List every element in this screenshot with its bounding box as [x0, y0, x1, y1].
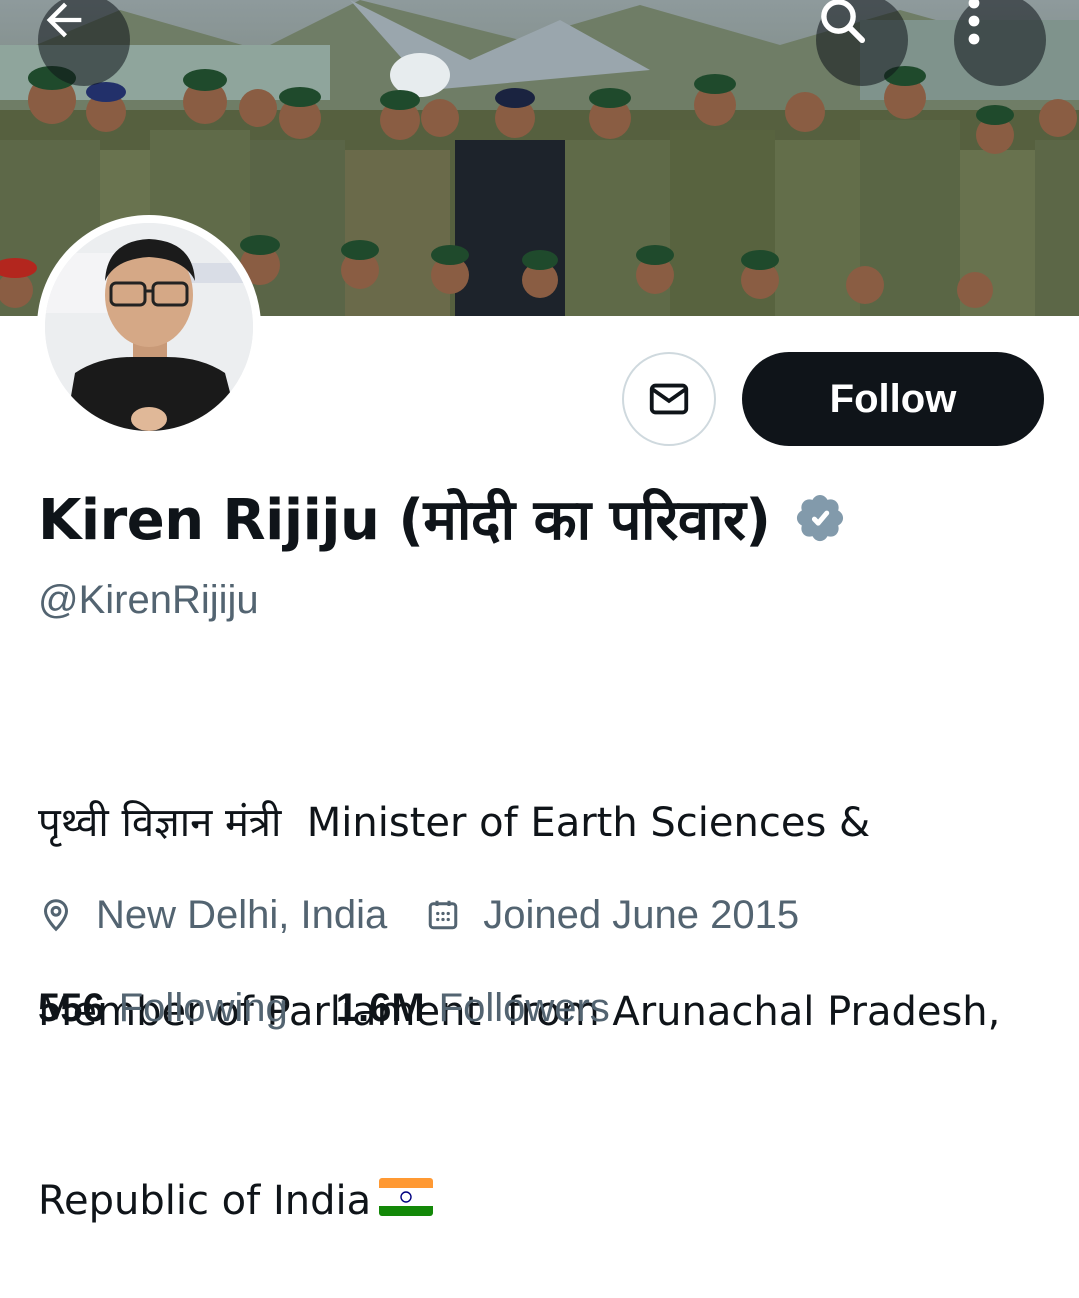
joined-item: Joined June 2015	[425, 893, 799, 938]
display-name: Kiren Rijiju (मोदी का परिवार)	[38, 488, 771, 553]
joined-text: Joined June 2015	[483, 892, 800, 937]
follow-button[interactable]: Follow	[742, 352, 1044, 446]
verified-badge-icon	[796, 494, 843, 542]
profile-avatar[interactable]	[37, 215, 261, 439]
india-flag-icon	[379, 1172, 434, 1235]
display-name-row: Kiren Rijiju (मोदी का परिवार)	[38, 478, 847, 558]
bio-line: पृथ्वी विज्ञान मंत्री Minister of Earth …	[38, 800, 871, 846]
arrow-left-icon	[46, 2, 82, 38]
profile-bio: पृथ्वी विज्ञान मंत्री Minister of Earth …	[38, 666, 1048, 1298]
following-label: Following	[118, 985, 288, 1030]
following-link[interactable]: 556 Following	[38, 986, 288, 1031]
bio-line: Republic of India	[38, 1178, 372, 1224]
profile-meta: New Delhi, India Joined June 2015	[38, 890, 799, 940]
verified-badge[interactable]	[793, 491, 847, 545]
location-pin-icon	[43, 899, 69, 932]
followers-label: Followers	[438, 985, 610, 1030]
calendar-icon	[429, 900, 458, 930]
more-vertical-icon	[968, 0, 980, 45]
followers-count: 1.6M	[335, 985, 425, 1030]
location-item: New Delhi, India	[38, 893, 387, 938]
message-button[interactable]	[622, 352, 716, 446]
follow-stats: 556 Following 1.6M Followers	[38, 983, 610, 1033]
bio-line-last: Republic of India	[38, 1170, 1048, 1235]
user-handle: @KirenRijiju	[38, 578, 259, 622]
location-text: New Delhi, India	[96, 892, 388, 937]
envelope-icon	[649, 383, 689, 415]
followers-link[interactable]: 1.6M Followers	[336, 986, 610, 1031]
search-icon	[821, 0, 866, 44]
avatar-photo	[45, 223, 253, 431]
following-count: 556	[38, 985, 105, 1030]
